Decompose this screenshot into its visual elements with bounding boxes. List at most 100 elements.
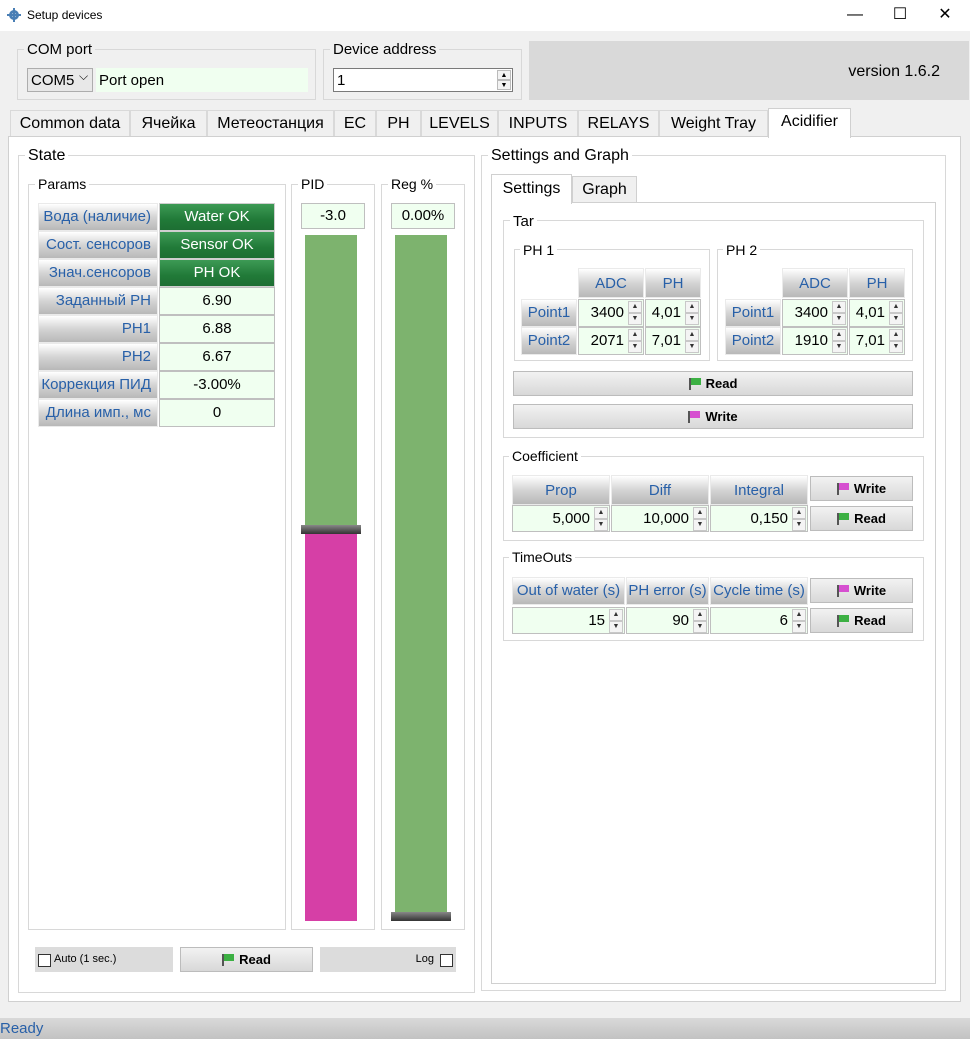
- ph1-row-point1: Point1: [521, 299, 577, 327]
- tab-graph[interactable]: Graph: [572, 176, 637, 202]
- pid-slider-thumb: [301, 525, 361, 534]
- log-label: Log: [415, 953, 434, 965]
- param-label-sensor-state: Сост. сенсоров: [38, 231, 158, 259]
- tab-levels[interactable]: LEVELS: [421, 110, 498, 136]
- param-label-ph1: PH1: [38, 315, 158, 343]
- version-label: version 1.6.2: [848, 63, 940, 80]
- com-port-select[interactable]: COM5 ⌵: [27, 68, 93, 92]
- reg-value: 0.00%: [391, 203, 455, 229]
- ph2-point1-adc[interactable]: 3400 ▲ ▼: [782, 299, 848, 327]
- timeout-write-button[interactable]: Write: [810, 578, 913, 603]
- gear-icon: [7, 8, 21, 22]
- tab-relays[interactable]: RELAYS: [578, 110, 659, 136]
- timeout-cycle-time-input[interactable]: 6 ▲ ▼: [710, 607, 808, 634]
- param-label-pulse-length: Длина имп., мс: [38, 399, 158, 427]
- param-label-sensor-value: Знач.сенсоров: [38, 259, 158, 287]
- tab-weight-tray[interactable]: Weight Tray: [659, 110, 768, 136]
- minimize-icon: —: [847, 6, 863, 23]
- ph1-col-adc: ADC: [578, 268, 644, 298]
- tab-inputs[interactable]: INPUTS: [498, 110, 578, 136]
- tab-common-data[interactable]: Common data: [10, 110, 130, 136]
- param-value-target-ph: 6.90: [159, 287, 275, 315]
- coef-col-integral: Integral: [710, 475, 808, 505]
- coef-read-button[interactable]: Read: [810, 506, 913, 531]
- tab-cell[interactable]: Ячейка: [130, 110, 207, 136]
- com-port-value: COM5: [31, 72, 75, 89]
- tab-weather-station[interactable]: Метеостанция: [207, 110, 334, 136]
- pid-bar: [301, 235, 361, 921]
- coef-prop-input[interactable]: 5,000 ▲ ▼: [512, 505, 610, 532]
- params-label: Params: [35, 176, 90, 192]
- log-checkbox-panel[interactable]: Log: [320, 947, 456, 972]
- device-address-value: 1: [337, 72, 346, 89]
- pid-label: PID: [298, 176, 328, 192]
- ph2-point2-adc[interactable]: 1910 ▲ ▼: [782, 327, 848, 355]
- timeout-out-of-water-input[interactable]: 15 ▲ ▼: [512, 607, 625, 634]
- pink-flag-icon: [836, 483, 849, 495]
- status-bar: Ready: [0, 1018, 970, 1039]
- green-flag-icon: [837, 615, 850, 627]
- green-flag-icon: [688, 378, 701, 390]
- tar-write-label: Write: [705, 409, 738, 424]
- device-address-label: Device address: [330, 41, 440, 58]
- param-value-sensor-state: Sensor OK: [159, 231, 275, 259]
- param-value-ph2: 6.67: [159, 343, 275, 371]
- tar-read-button[interactable]: Read: [513, 371, 913, 396]
- port-status-field: Port open: [96, 68, 308, 92]
- auto-checkbox-panel[interactable]: Auto (1 sec.): [35, 947, 173, 972]
- tab-ec[interactable]: EC: [334, 110, 376, 136]
- version-panel: version 1.6.2: [529, 41, 969, 100]
- ph1-point1-ph[interactable]: 4,01 ▲ ▼: [645, 299, 701, 327]
- ph1-point1-adc[interactable]: 3400 ▲ ▼: [578, 299, 644, 327]
- param-value-pulse-length: 0: [159, 399, 275, 427]
- ph1-label: PH 1: [520, 242, 558, 258]
- state-label: State: [25, 147, 69, 165]
- title-bar: Setup devices — ☐ ✕: [0, 0, 970, 31]
- minimize-button[interactable]: —: [832, 0, 878, 31]
- ph2-row-point2: Point2: [725, 327, 781, 355]
- device-address-input[interactable]: 1 ▲ ▼: [333, 68, 513, 92]
- state-read-button[interactable]: Read: [180, 947, 313, 972]
- spin-down-icon[interactable]: ▼: [497, 80, 511, 90]
- coef-write-button[interactable]: Write: [810, 476, 913, 501]
- log-checkbox[interactable]: [440, 952, 453, 969]
- pid-value: -3.0: [301, 203, 365, 229]
- coef-diff-input[interactable]: 10,000 ▲ ▼: [611, 505, 709, 532]
- coef-integral-input[interactable]: 0,150 ▲ ▼: [710, 505, 808, 532]
- maximize-icon: ☐: [892, 6, 908, 23]
- timeout-read-button[interactable]: Read: [810, 608, 913, 633]
- ph1-col-ph: PH: [645, 268, 701, 298]
- state-read-label: Read: [239, 952, 271, 967]
- tar-read-label: Read: [705, 376, 738, 391]
- timeout-ph-error-input[interactable]: 90 ▲ ▼: [626, 607, 709, 634]
- reg-label: Reg %: [388, 176, 437, 192]
- ph1-point2-ph[interactable]: 7,01 ▲ ▼: [645, 327, 701, 355]
- auto-checkbox[interactable]: [38, 952, 51, 969]
- reg-bar: [391, 235, 451, 921]
- coef-write-label: Write: [853, 481, 887, 496]
- spin-up-icon[interactable]: ▲: [497, 70, 511, 80]
- param-value-sensor-value: PH OK: [159, 259, 275, 287]
- tab-settings[interactable]: Settings: [491, 174, 572, 204]
- maximize-button[interactable]: ☐: [877, 0, 923, 31]
- tab-ph[interactable]: PH: [376, 110, 421, 136]
- param-value-water: Water OK: [159, 203, 275, 231]
- close-button[interactable]: ✕: [922, 0, 968, 31]
- pid-bar-fill: [305, 530, 357, 921]
- ph1-point2-adc[interactable]: 2071 ▲ ▼: [578, 327, 644, 355]
- tar-write-button[interactable]: Write: [513, 404, 913, 429]
- ph2-row-point1: Point1: [725, 299, 781, 327]
- ph2-col-adc: ADC: [782, 268, 848, 298]
- timeout-write-label: Write: [853, 583, 887, 598]
- close-icon: ✕: [938, 6, 952, 23]
- tab-acidifier[interactable]: Acidifier: [768, 108, 851, 138]
- pink-flag-icon: [688, 411, 701, 423]
- ph2-point2-ph[interactable]: 7,01 ▲ ▼: [849, 327, 905, 355]
- coefficient-label: Coefficient: [509, 448, 581, 464]
- ph2-point1-ph[interactable]: 4,01 ▲ ▼: [849, 299, 905, 327]
- timeout-col-out-of-water: Out of water (s): [512, 577, 625, 605]
- green-flag-icon: [837, 513, 850, 525]
- pink-flag-icon: [836, 585, 849, 597]
- coef-col-diff: Diff: [611, 475, 709, 505]
- timeout-col-cycle-time: Cycle time (s): [710, 577, 808, 605]
